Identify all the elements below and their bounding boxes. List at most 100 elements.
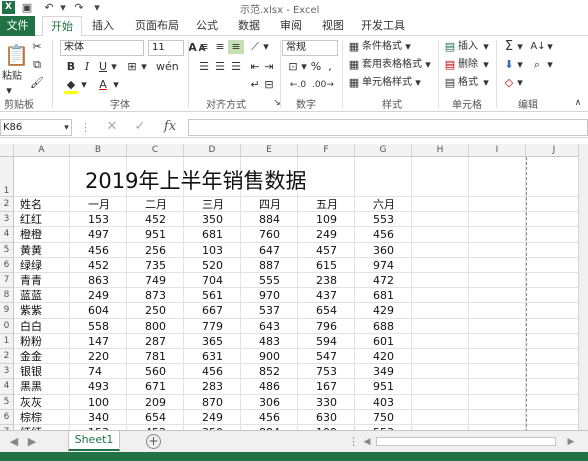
table-cell[interactable]: 561 [184, 288, 241, 304]
find-select-icon[interactable]: ⌕ [530, 58, 544, 72]
table-cell[interactable] [526, 409, 583, 425]
table-cell[interactable]: 103 [184, 242, 241, 258]
table-cell[interactable]: 643 [241, 318, 298, 334]
table-cell[interactable]: 403 [355, 394, 412, 410]
number-format-select[interactable]: 常规 [282, 40, 338, 56]
header-cell[interactable] [469, 197, 526, 213]
column-header[interactable]: B [70, 144, 127, 157]
column-header[interactable]: J [526, 144, 583, 157]
table-cell[interactable]: 456 [184, 364, 241, 380]
borders-icon[interactable]: ⊞ [124, 60, 140, 74]
table-cell[interactable] [412, 303, 469, 319]
horizontal-scrollbar-track[interactable] [376, 437, 556, 446]
table-cell[interactable]: 537 [241, 303, 298, 319]
tab-page-layout[interactable]: 页面布局 [128, 16, 186, 36]
align-center-icon[interactable]: ☰ [212, 60, 228, 74]
table-cell[interactable]: 870 [184, 394, 241, 410]
table-cell[interactable]: 681 [355, 288, 412, 304]
table-cell[interactable]: 棕棕 [14, 409, 70, 425]
table-cell[interactable] [412, 349, 469, 365]
table-cell[interactable]: 779 [184, 318, 241, 334]
table-cell[interactable]: 452 [127, 212, 184, 228]
table-cell[interactable]: 209 [127, 394, 184, 410]
undo-dropdown-icon[interactable]: ▾ [56, 1, 70, 15]
table-cell[interactable]: 绿绿 [14, 257, 70, 273]
table-cell[interactable]: 452 [70, 257, 127, 273]
table-cell[interactable]: 555 [241, 273, 298, 289]
vertical-scrollbar[interactable] [578, 144, 588, 430]
tab-split-handle-icon[interactable]: ⋮ [348, 435, 359, 449]
insert-function-icon[interactable]: fx [160, 120, 180, 134]
table-cell[interactable]: 951 [127, 227, 184, 243]
table-cell[interactable]: 360 [355, 242, 412, 258]
table-cell[interactable]: 紫紫 [14, 303, 70, 319]
table-cell[interactable]: 951 [355, 379, 412, 395]
table-cell[interactable]: 147 [70, 333, 127, 349]
column-header[interactable]: G [355, 144, 412, 157]
column-header[interactable]: I [469, 144, 526, 157]
table-cell[interactable] [526, 349, 583, 365]
table-cell[interactable]: 750 [355, 409, 412, 425]
hscroll-right-icon[interactable]: ▶ [566, 435, 576, 449]
paste-icon[interactable]: 📋 [4, 42, 29, 68]
sheet-tab-sheet1[interactable]: Sheet1 [68, 431, 120, 451]
table-cell[interactable]: 735 [127, 257, 184, 273]
table-cell[interactable]: 306 [241, 394, 298, 410]
table-cell[interactable]: 340 [70, 409, 127, 425]
tab-developer[interactable]: 开发工具 [358, 16, 408, 36]
conditional-formatting-button[interactable]: 条件格式 [362, 40, 402, 54]
tab-data[interactable]: 数据 [232, 16, 266, 36]
redo-icon[interactable]: ↷ [72, 1, 86, 15]
table-cell[interactable] [469, 273, 526, 289]
table-cell[interactable]: 497 [70, 227, 127, 243]
row-header[interactable]: 4 [0, 379, 14, 395]
table-cell[interactable] [412, 273, 469, 289]
table-cell[interactable]: 365 [184, 333, 241, 349]
underline-dropdown-icon[interactable]: ▾ [110, 60, 118, 74]
clear-dropdown-icon[interactable]: ▾ [516, 76, 524, 90]
table-cell[interactable] [469, 303, 526, 319]
header-cell[interactable] [412, 197, 469, 213]
format-cells-icon[interactable]: ▤ [444, 76, 456, 90]
table-cell[interactable]: 486 [241, 379, 298, 395]
fill-dropdown-icon[interactable]: ▾ [516, 58, 524, 72]
table-cell[interactable]: 330 [298, 394, 355, 410]
table-cell[interactable] [469, 212, 526, 228]
table-cell[interactable] [526, 227, 583, 243]
borders-dropdown-icon[interactable]: ▾ [140, 60, 148, 74]
header-cell[interactable]: 四月 [241, 197, 298, 213]
row-header[interactable]: 2 [0, 197, 14, 213]
cell-styles-icon[interactable]: ▦ [348, 76, 360, 90]
table-cell[interactable] [469, 409, 526, 425]
table-cell[interactable]: 852 [241, 364, 298, 380]
format-cells-button[interactable]: 格式 [458, 76, 478, 90]
table-cell[interactable] [526, 394, 583, 410]
confirm-entry-icon[interactable]: ✓ [132, 120, 148, 134]
row-header[interactable]: 6 [0, 409, 14, 425]
bold-button[interactable]: B [64, 60, 78, 74]
cell[interactable] [526, 157, 583, 197]
table-cell[interactable]: 429 [355, 303, 412, 319]
table-cell[interactable]: 黑黑 [14, 379, 70, 395]
wrap-text-icon[interactable]: ↵ [248, 78, 262, 92]
phonetic-icon[interactable]: wén [156, 60, 179, 74]
table-cell[interactable]: 560 [127, 364, 184, 380]
table-cell[interactable] [469, 318, 526, 334]
comma-style-icon[interactable]: , [324, 60, 336, 74]
row-header[interactable]: 3 [0, 212, 14, 228]
table-cell[interactable]: 250 [127, 303, 184, 319]
fill-icon[interactable]: ⬇ [502, 58, 516, 72]
header-cell[interactable] [526, 197, 583, 213]
italic-button[interactable]: I [80, 60, 94, 74]
table-cell[interactable] [412, 394, 469, 410]
align-right-icon[interactable]: ☰ [228, 60, 244, 74]
table-cell[interactable] [412, 333, 469, 349]
accounting-format-icon[interactable]: ⊡ [286, 60, 300, 74]
tab-review[interactable]: 审阅 [274, 16, 308, 36]
table-cell[interactable] [469, 242, 526, 258]
header-cell[interactable]: 姓名 [14, 197, 70, 213]
customize-qat-icon[interactable]: ▾ [90, 1, 104, 15]
table-cell[interactable] [526, 303, 583, 319]
cancel-entry-icon[interactable]: ✕ [104, 120, 120, 134]
table-cell[interactable]: 109 [298, 212, 355, 228]
